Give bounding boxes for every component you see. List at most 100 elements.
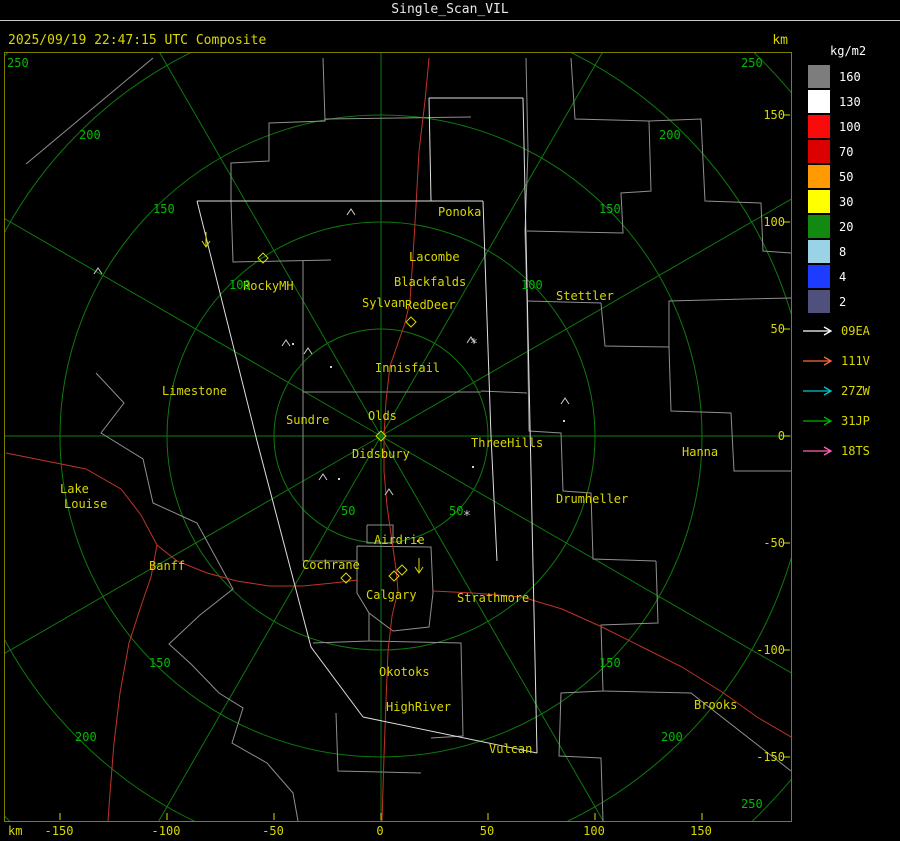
legend-color-swatch xyxy=(808,215,830,238)
window-title: Single_Scan_VIL xyxy=(391,2,509,17)
city-label: Okotoks xyxy=(379,665,430,679)
legend-scale-row: 50 xyxy=(800,164,900,189)
asterisk-marker-icon: * xyxy=(463,509,471,524)
range-label: 250 xyxy=(741,797,763,811)
title-bar: Single_Scan_VIL xyxy=(0,0,900,21)
range-label: 100 xyxy=(521,278,543,292)
city-label: Innisfail xyxy=(375,361,440,375)
site-id-label: 31JP xyxy=(841,414,870,428)
range-label: 150 xyxy=(599,202,621,216)
legend-color-swatch xyxy=(808,190,830,213)
legend-color-swatch xyxy=(808,90,830,113)
right-axis-unit-label: km xyxy=(772,33,788,48)
city-label: Lake xyxy=(60,482,89,496)
dot-marker-icon xyxy=(563,420,565,422)
city-label: Olds xyxy=(368,409,397,423)
legend-units-label: kg/m2 xyxy=(830,44,867,58)
legend-scale-row: 2 xyxy=(800,289,900,314)
scan-area-outline xyxy=(196,97,538,754)
bottom-axis-tick-label: 0 xyxy=(376,824,384,838)
radar-site-row: 18TS xyxy=(800,436,900,466)
radar-map-canvas[interactable]: * * Ponoka Lacombe Blackfalds Sylvan RedDeer St… xyxy=(4,52,792,822)
city-diamond-icon xyxy=(405,316,417,328)
city-label: Limestone xyxy=(162,384,227,398)
range-label: 200 xyxy=(75,730,97,744)
range-label: 150 xyxy=(599,656,621,670)
city-label: Lacombe xyxy=(409,250,460,264)
caret-marker-icon xyxy=(346,208,356,216)
radar-site-row: 27ZW xyxy=(800,376,900,406)
range-label: 200 xyxy=(659,128,681,142)
vil-color-scale: 160 130 100 70 50 30 20 8 4 2 xyxy=(800,64,900,314)
city-diamond-icon xyxy=(396,564,408,576)
radar-site-legend: 09EA 111V 27ZW 31JP 18TS xyxy=(800,316,900,466)
radar-map-svg: **PonokaLacombeBlackfaldsSylvan RedDeerSt… xyxy=(5,53,791,821)
range-label: 150 xyxy=(153,202,175,216)
radar-site-row: 31JP xyxy=(800,406,900,436)
legend-scale-row: 20 xyxy=(800,214,900,239)
range-label: 50 xyxy=(341,504,355,518)
city-label: HighRiver xyxy=(386,700,451,714)
city-label: Blackfalds xyxy=(394,275,466,289)
legend-scale-row: 4 xyxy=(800,264,900,289)
site-arrow-icon xyxy=(803,416,833,426)
station-markers: ** xyxy=(93,208,570,542)
range-label: 100 xyxy=(229,278,251,292)
site-arrow-icon xyxy=(803,326,833,336)
city-label: Ponoka xyxy=(438,205,481,219)
city-label: Sundre xyxy=(286,413,329,427)
caret-marker-icon xyxy=(560,397,570,405)
legend-value-label: 8 xyxy=(839,244,847,259)
city-label: Airdrie xyxy=(374,533,425,547)
site-id-label: 09EA xyxy=(841,324,870,338)
legend-scale-row: 160 xyxy=(800,64,900,89)
down-arrow-icon xyxy=(201,232,211,248)
dot-marker-icon xyxy=(292,343,294,345)
legend-color-swatch xyxy=(808,140,830,163)
bottom-axis-unit-label: km xyxy=(8,824,23,838)
dot-marker-icon xyxy=(330,366,332,368)
legend-value-label: 160 xyxy=(839,69,861,84)
legend-color-swatch xyxy=(808,65,830,88)
range-label: 200 xyxy=(79,128,101,142)
city-label: Hanna xyxy=(682,445,718,459)
down-arrow-icon xyxy=(414,558,424,574)
range-label: 150 xyxy=(149,656,171,670)
bottom-axis-tick-label: 150 xyxy=(690,824,712,838)
legend-value-label: 4 xyxy=(839,269,847,284)
legend-color-swatch xyxy=(808,115,830,138)
city-label: Louise xyxy=(64,497,107,511)
legend-color-swatch xyxy=(808,265,830,288)
legend-scale-row: 130 xyxy=(800,89,900,114)
legend-scale-row: 8 xyxy=(800,239,900,264)
range-label: 200 xyxy=(661,730,683,744)
caret-marker-icon xyxy=(303,347,313,355)
city-label: Drumheller xyxy=(556,492,628,506)
city-label: Brooks xyxy=(694,698,737,712)
city-label: Didsbury xyxy=(352,447,410,461)
range-label: 50 xyxy=(449,504,463,518)
city-label: Strathmore xyxy=(457,591,529,605)
site-id-label: 111V xyxy=(841,354,870,368)
bottom-axis-tick-label: -50 xyxy=(262,824,284,838)
site-arrow-icon xyxy=(803,386,833,396)
dot-marker-icon xyxy=(472,466,474,468)
city-label: Banff xyxy=(149,559,185,573)
asterisk-marker-icon: * xyxy=(470,337,478,352)
legend-color-swatch xyxy=(808,165,830,188)
radar-site-row: 111V xyxy=(800,346,900,376)
range-label: 250 xyxy=(7,56,29,70)
caret-marker-icon xyxy=(318,473,328,481)
dot-marker-icon xyxy=(338,478,340,480)
scan-timestamp: 2025/09/19 22:47:15 UTC Composite xyxy=(8,33,267,48)
legend-scale-row: 100 xyxy=(800,114,900,139)
range-label: 250 xyxy=(741,56,763,70)
city-label: Sylvan xyxy=(362,296,405,310)
legend-value-label: 130 xyxy=(839,94,861,109)
site-arrow-icon xyxy=(803,356,833,366)
bottom-axis-tick-label: -100 xyxy=(151,824,181,838)
legend-value-label: 2 xyxy=(839,294,847,309)
city-label: Stettler xyxy=(556,289,614,303)
legend-scale-row: 30 xyxy=(800,189,900,214)
legend-scale-row: 70 xyxy=(800,139,900,164)
